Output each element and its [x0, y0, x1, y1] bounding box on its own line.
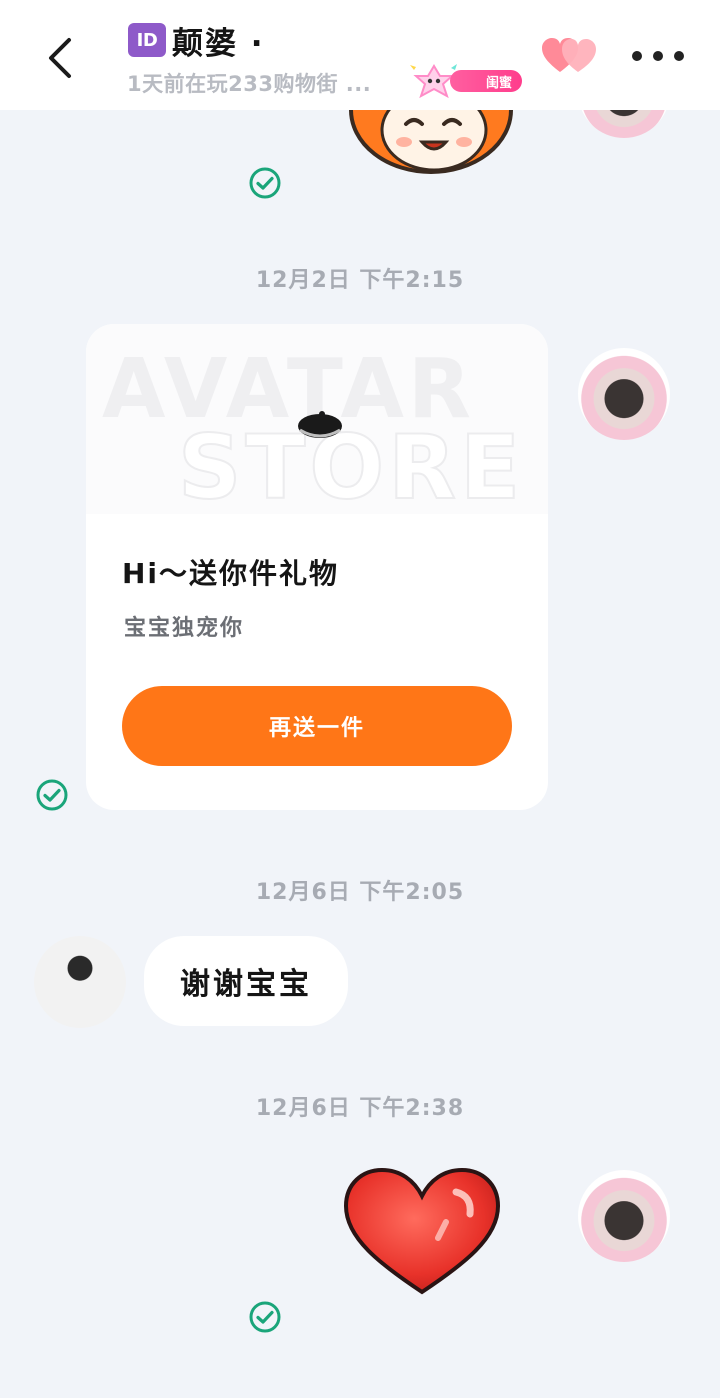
contact-name: 颠婆 ·	[172, 25, 265, 62]
banner-watermark: STORE	[177, 415, 525, 514]
contact-name-row[interactable]: ID 颠婆 ·	[128, 20, 265, 62]
more-options-button[interactable]	[632, 40, 684, 72]
sticker-message[interactable]	[340, 1166, 504, 1298]
timestamp: 12月6日 下午2:38	[255, 1096, 465, 1121]
intimacy-button[interactable]	[540, 36, 600, 76]
my-avatar[interactable]	[578, 348, 670, 440]
more-dot-icon	[674, 51, 684, 61]
chat-header: ID 颠婆 · 1天前在玩233购物街 ... 闺蜜	[0, 0, 720, 110]
red-heart-sticker	[343, 1167, 501, 1295]
gift-card-message[interactable]: AVATAR STORE Hi～送你件礼物 宝宝独宠你 再送一件	[86, 324, 548, 810]
double-heart-icon	[542, 38, 596, 72]
more-dot-icon	[653, 51, 663, 61]
contact-avatar[interactable]	[34, 936, 126, 1028]
relationship-label: 闺蜜	[450, 70, 522, 92]
received-message-bubble[interactable]: 谢谢宝宝	[144, 936, 348, 1026]
activity-status: 1天前在玩233购物街 ...	[127, 72, 372, 96]
id-badge-icon: ID	[128, 23, 166, 57]
relationship-badge[interactable]: 闺蜜	[404, 60, 524, 100]
gift-banner: AVATAR STORE	[86, 324, 548, 514]
send-another-button[interactable]: 再送一件	[122, 686, 512, 766]
back-button[interactable]	[28, 28, 92, 88]
timestamp: 12月6日 下午2:05	[255, 880, 465, 905]
more-dot-icon	[632, 51, 642, 61]
check-circle-icon	[36, 779, 68, 811]
chevron-left-icon	[49, 38, 71, 78]
check-circle-icon	[249, 167, 281, 199]
gift-title: Hi～送你件礼物	[122, 557, 340, 590]
check-circle-icon	[249, 1301, 281, 1333]
my-avatar[interactable]	[578, 1170, 670, 1262]
gift-subtitle: 宝宝独宠你	[124, 616, 245, 641]
timestamp: 12月2日 下午2:15	[255, 268, 465, 293]
beret-hat-icon	[298, 411, 342, 438]
